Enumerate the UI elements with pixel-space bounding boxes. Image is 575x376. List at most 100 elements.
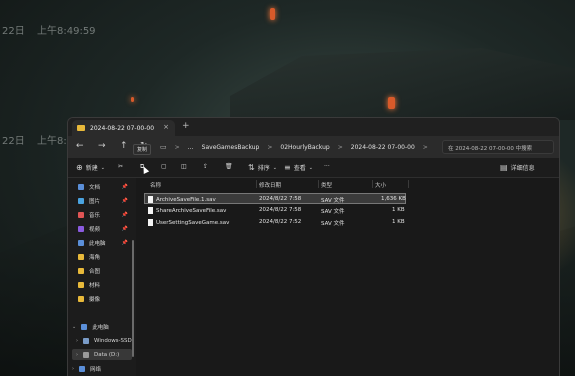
- sort-icon: ⇅: [248, 163, 255, 172]
- sidebar-item-folder-2[interactable]: 合图: [78, 265, 130, 276]
- view-button-label: 查看: [293, 165, 306, 172]
- view-button[interactable]: ≡ 查看 ⌄: [284, 163, 313, 172]
- details-pane-icon: ▤: [500, 163, 508, 172]
- sidebar-item-folder-4[interactable]: 摄像: [78, 293, 130, 304]
- breadcrumb-ellipsis[interactable]: …: [188, 144, 194, 151]
- chevron-right-icon: ›: [72, 365, 74, 372]
- sidebar-item-folder-3[interactable]: 材料: [78, 279, 130, 290]
- sidebar-item-label: 合图: [89, 268, 101, 275]
- sidebar-item-label: 图片: [89, 198, 101, 205]
- column-header-name[interactable]: 名称: [150, 181, 161, 189]
- sort-button[interactable]: ⇅ 排序 ⌄: [248, 163, 277, 172]
- table-row[interactable]: UserSettingSaveGame.sav 2024/8/22 7:52 S…: [144, 217, 406, 228]
- breadcrumb[interactable]: ▭ > … SaveGamesBackup > 02HourlyBackup >…: [160, 139, 438, 155]
- navigation-pane: 文档 📌 图片 📌 音乐 📌 视频 📌 此电脑 📌 海角 合图 材料 摄像 ⌄ …: [68, 178, 134, 376]
- sidebar-item-label: 文档: [89, 184, 101, 191]
- sidebar-item-documents[interactable]: 文档 📌: [78, 181, 130, 192]
- documents-icon: [78, 183, 84, 190]
- breadcrumb-hourlybackup[interactable]: 02HourlyBackup: [280, 144, 329, 151]
- details-button[interactable]: ▤ 详细信息: [500, 163, 535, 172]
- search-input[interactable]: 在 2024-08-22 07-00-00 中搜索: [442, 140, 554, 154]
- window-tab[interactable]: 2024-08-22 07-00-00 ×: [72, 120, 175, 136]
- view-icon: ≡: [284, 163, 291, 172]
- desktop-clock-date-2: 22日: [2, 136, 25, 147]
- file-list: 名称 修改日期 类型 大小 ArchiveSaveFile.1.sav 2024…: [136, 178, 559, 376]
- delete-icon[interactable]: 🗑: [225, 163, 233, 170]
- chevron-down-icon: ⌄: [72, 323, 77, 330]
- sidebar-item-label: 视频: [89, 226, 101, 233]
- sidebar-item-label: 此电脑: [89, 240, 106, 247]
- folder-icon: [78, 253, 84, 260]
- tree-item-network[interactable]: › 网络: [72, 363, 132, 374]
- column-divider[interactable]: [408, 180, 409, 188]
- new-button-label: 新建: [85, 165, 98, 172]
- file-icon: [148, 207, 153, 214]
- new-button[interactable]: ⊕ 新建 ⌄: [76, 163, 105, 172]
- tree-item-data-drive[interactable]: › Data (D:): [72, 349, 132, 360]
- breadcrumb-separator: >: [267, 143, 273, 151]
- sidebar-item-folder-1[interactable]: 海角: [78, 251, 130, 262]
- sidebar-scrollbar[interactable]: [132, 240, 134, 357]
- table-row[interactable]: ShareArchiveSaveFile.sav 2024/8/22 7:58 …: [144, 205, 406, 216]
- pin-icon: 📌: [121, 183, 128, 190]
- breadcrumb-separator: >: [422, 143, 428, 151]
- breadcrumb-savegamesbackup[interactable]: SaveGamesBackup: [202, 144, 260, 151]
- videos-icon: [78, 225, 84, 232]
- sidebar-item-this-pc[interactable]: 此电脑 📌: [78, 237, 130, 248]
- copy-tooltip: 复制: [133, 144, 152, 155]
- background-roof: [230, 48, 575, 120]
- cut-icon[interactable]: ✂: [118, 163, 123, 170]
- up-button[interactable]: ↑: [120, 141, 128, 151]
- date-cell: 2024/8/22 7:58: [259, 196, 302, 202]
- more-options-button[interactable]: ···: [324, 163, 330, 170]
- column-header-type[interactable]: 类型: [321, 181, 332, 189]
- title-bar: 2024-08-22 07-00-00 × +: [68, 118, 559, 136]
- tree-item-windows-ssd[interactable]: › Windows-SSD: [76, 335, 132, 346]
- folder-icon: [78, 267, 84, 274]
- sidebar-item-label: 材料: [89, 282, 101, 289]
- music-icon: [78, 211, 84, 218]
- lantern-2: [388, 97, 395, 109]
- tab-close-icon[interactable]: ×: [163, 123, 169, 131]
- sidebar-item-music[interactable]: 音乐 📌: [78, 209, 130, 220]
- folder-icon: [77, 125, 85, 131]
- type-cell: SAV 文件: [321, 221, 345, 227]
- sidebar-item-label: 音乐: [89, 212, 101, 219]
- chevron-down-icon: ⌄: [272, 164, 277, 171]
- sort-button-label: 排序: [257, 165, 270, 172]
- breadcrumb-current-folder[interactable]: 2024-08-22 07-00-00: [351, 144, 415, 151]
- network-icon: [79, 365, 85, 372]
- rename-icon[interactable]: ◫: [181, 163, 187, 170]
- chevron-down-icon: ⌄: [100, 164, 105, 171]
- tree-item-this-pc[interactable]: ⌄ 此电脑: [72, 321, 132, 332]
- column-divider[interactable]: [318, 180, 319, 188]
- column-divider[interactable]: [372, 180, 373, 188]
- share-icon[interactable]: ⇪: [203, 163, 208, 170]
- file-icon: [148, 219, 153, 226]
- date-cell: 2024/8/22 7:52: [259, 219, 302, 225]
- computer-icon: [81, 323, 88, 330]
- sidebar-item-pictures[interactable]: 图片 📌: [78, 195, 130, 206]
- table-row[interactable]: ArchiveSaveFile.1.sav 2024/8/22 7:58 SAV…: [144, 193, 406, 204]
- paste-icon[interactable]: ▢: [161, 163, 167, 170]
- column-divider[interactable]: [256, 180, 257, 188]
- folder-icon: [78, 295, 84, 302]
- breadcrumb-separator: >: [174, 143, 180, 151]
- chevron-right-icon: ›: [76, 337, 78, 344]
- lantern-3: [131, 97, 134, 102]
- tree-item-label: Data (D:): [94, 351, 120, 358]
- forward-button[interactable]: →: [98, 141, 106, 151]
- pin-icon: 📌: [121, 239, 128, 246]
- file-name-cell: UserSettingSaveGame.sav: [148, 219, 229, 226]
- tab-title: 2024-08-22 07-00-00: [90, 124, 155, 132]
- column-header-size[interactable]: 大小: [375, 181, 386, 189]
- sidebar-item-videos[interactable]: 视频 📌: [78, 223, 130, 234]
- back-button[interactable]: ←: [76, 141, 84, 151]
- tree-item-label: 此电脑: [92, 324, 109, 331]
- file-icon: [148, 196, 153, 203]
- column-header-date[interactable]: 修改日期: [259, 181, 281, 189]
- breadcrumb-separator: >: [337, 143, 343, 151]
- size-cell: 1,636 KB: [381, 196, 406, 202]
- new-tab-button[interactable]: +: [182, 121, 190, 131]
- desktop-clock-time: 上午8:49:59: [37, 26, 96, 37]
